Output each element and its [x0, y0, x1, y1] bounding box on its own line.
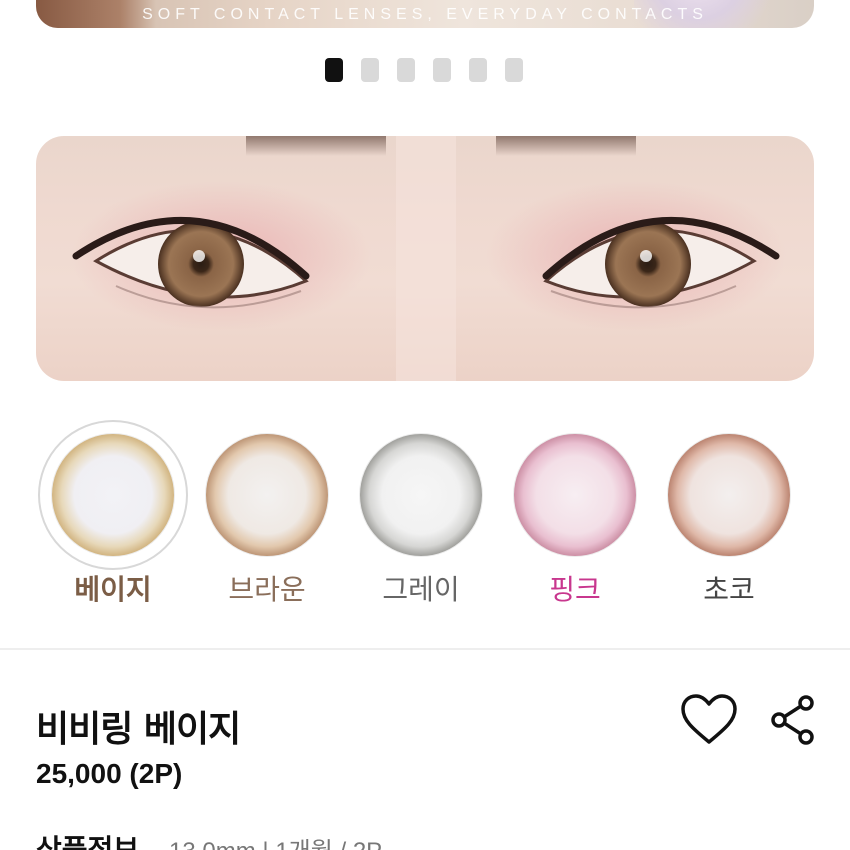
lens-model-eye-image — [36, 136, 814, 381]
product-info-row: 상품정보 13.0mm | 1개월 / 2P — [36, 828, 382, 850]
lens-gray-icon — [360, 434, 482, 556]
banner-caption: SOFT CONTACT LENSES, EVERYDAY CONTACTS — [142, 6, 708, 23]
swatch-label-gray: 그레이 — [382, 573, 460, 606]
carousel-dot-1[interactable] — [325, 58, 343, 82]
swatch-label-brown: 브라운 — [228, 573, 306, 606]
carousel-dot-4[interactable] — [433, 58, 451, 82]
heart-icon — [681, 694, 737, 744]
product-info-label: 상품정보 — [36, 833, 140, 850]
swatch-label-pink: 핑크 — [549, 573, 601, 606]
swatch-brown[interactable]: 브라운 — [192, 420, 342, 620]
carousel-dot-2[interactable] — [361, 58, 379, 82]
product-price: 25,000 (2P) — [36, 758, 183, 789]
swatch-label-choco: 초코 — [703, 573, 755, 606]
share-button[interactable] — [770, 694, 818, 746]
lens-brown-icon — [206, 434, 328, 556]
product-banner-image: SOFT CONTACT LENSES, EVERYDAY CONTACTS — [36, 0, 814, 28]
swatch-choco[interactable]: 초코 — [654, 420, 804, 620]
share-icon — [771, 695, 814, 745]
swatch-pink[interactable]: 핑크 — [500, 420, 650, 620]
lens-choco-icon — [668, 434, 790, 556]
carousel-dot-6[interactable] — [505, 58, 523, 82]
carousel-dot-5[interactable] — [469, 58, 487, 82]
wishlist-button[interactable] — [680, 694, 738, 746]
lens-beige-icon — [52, 434, 174, 556]
product-title: 비비링 베이지 — [36, 709, 241, 750]
swatch-label-beige: 베이지 — [74, 573, 152, 606]
swatch-gray[interactable]: 그레이 — [346, 420, 496, 620]
carousel-indicators — [325, 58, 523, 82]
product-info-value: 13.0mm | 1개월 / 2P — [169, 831, 382, 850]
carousel-dot-3[interactable] — [397, 58, 415, 82]
swatch-beige[interactable]: 베이지 — [38, 420, 188, 620]
section-divider — [0, 648, 850, 650]
eyes-illustration — [71, 136, 786, 381]
lens-pink-icon — [514, 434, 636, 556]
